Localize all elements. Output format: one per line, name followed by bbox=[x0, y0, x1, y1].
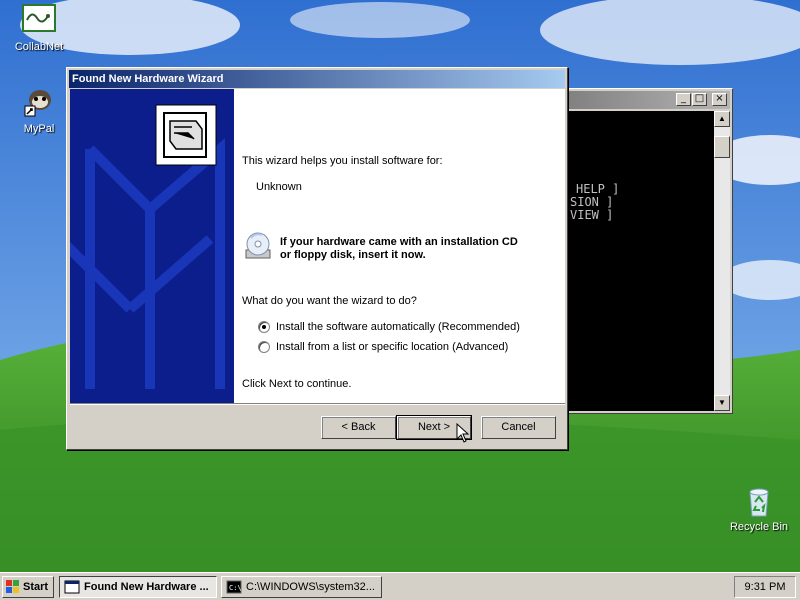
wizard-window-icon bbox=[64, 580, 80, 594]
radio-button[interactable] bbox=[258, 321, 270, 333]
option-install-from-list[interactable]: Install from a list or specific location… bbox=[258, 340, 508, 354]
task-label: C:\WINDOWS\system32... bbox=[246, 581, 375, 593]
wizard-side-banner bbox=[70, 89, 234, 403]
minimize-button[interactable]: _ bbox=[676, 93, 691, 106]
start-label: Start bbox=[23, 581, 49, 593]
close-button[interactable]: × bbox=[712, 93, 727, 106]
found-new-hardware-wizard[interactable]: Found New Hardware Wizard This wizard he… bbox=[66, 67, 568, 450]
option-label: Install the software automatically (Reco… bbox=[276, 321, 520, 333]
cd-icon bbox=[242, 230, 274, 262]
console-window-icon: C:\ bbox=[226, 580, 242, 594]
continue-text: Click Next to continue. bbox=[242, 378, 352, 390]
device-name: Unknown bbox=[256, 181, 302, 193]
wizard-banner-graphic bbox=[70, 89, 234, 403]
desktop-icon-recycle-bin[interactable]: Recycle Bin bbox=[724, 484, 794, 533]
scroll-thumb[interactable] bbox=[714, 136, 730, 158]
recycle-bin-icon bbox=[742, 484, 776, 518]
cancel-button[interactable]: Cancel bbox=[481, 416, 556, 439]
desktop-icon-mypal[interactable]: MyPal bbox=[4, 86, 74, 135]
desktop-icon-collabnet[interactable]: CollabNet bbox=[4, 4, 74, 53]
wizard-separator bbox=[70, 403, 565, 405]
start-button[interactable]: Start bbox=[2, 576, 54, 598]
wizard-title[interactable]: Found New Hardware Wizard bbox=[69, 70, 565, 88]
taskbar-item-wizard[interactable]: Found New Hardware ... bbox=[59, 576, 217, 598]
option-install-automatically[interactable]: Install the software automatically (Reco… bbox=[258, 320, 520, 334]
console-titlebar[interactable]: _ □ × bbox=[567, 91, 730, 109]
mouse-cursor-icon bbox=[456, 423, 470, 443]
console-scrollbar[interactable]: ▲ ▼ bbox=[714, 111, 730, 411]
desktop-icon-label: Recycle Bin bbox=[729, 521, 789, 533]
hardware-icon bbox=[163, 112, 207, 158]
collabnet-icon bbox=[22, 4, 56, 38]
taskbar-item-console[interactable]: C:\ C:\WINDOWS\system32... bbox=[221, 576, 382, 598]
maximize-button[interactable]: □ bbox=[692, 93, 707, 106]
back-button[interactable]: < Back bbox=[321, 416, 396, 439]
cd-prompt-line2: or floppy disk, insert it now. bbox=[280, 249, 426, 261]
mypal-shortcut-icon bbox=[22, 86, 56, 120]
scroll-down-button[interactable]: ▼ bbox=[714, 395, 730, 411]
scroll-up-button[interactable]: ▲ bbox=[714, 111, 730, 127]
wizard-content: This wizard helps you install software f… bbox=[234, 89, 565, 403]
console-window[interactable]: _ □ × HELP ] SION ] VIEW ] ▲ ▼ bbox=[565, 88, 733, 414]
taskbar: Start Found New Hardware ... C:\ C:\WIND… bbox=[0, 572, 800, 600]
wizard-intro: This wizard helps you install software f… bbox=[242, 155, 443, 167]
console-output: HELP ] SION ] VIEW ] bbox=[568, 111, 714, 411]
console-line: VIEW ] bbox=[570, 208, 614, 222]
option-label: Install from a list or specific location… bbox=[276, 341, 509, 353]
svg-text:C:\: C:\ bbox=[229, 584, 242, 592]
desktop-icon-label: MyPal bbox=[23, 123, 55, 135]
radio-button[interactable] bbox=[258, 341, 270, 353]
task-label: Found New Hardware ... bbox=[84, 581, 209, 593]
cd-prompt-line1: If your hardware came with an installati… bbox=[280, 236, 518, 248]
wizard-question: What do you want the wizard to do? bbox=[242, 295, 417, 307]
windows-logo-icon bbox=[6, 580, 19, 593]
desktop-icon-label: CollabNet bbox=[14, 41, 64, 53]
system-clock[interactable]: 9:31 PM bbox=[734, 576, 796, 598]
